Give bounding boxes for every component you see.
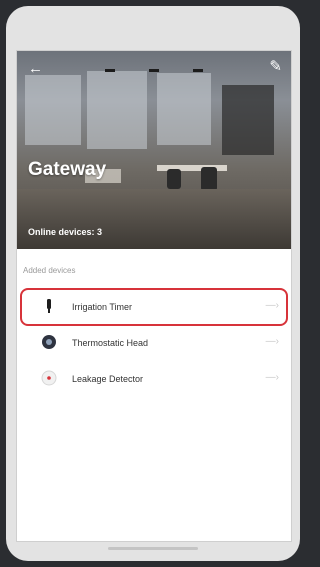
back-arrow-icon[interactable]: ← (28, 61, 43, 76)
home-indicator (108, 547, 198, 550)
section-title: Added devices (23, 266, 76, 275)
highlight-box (20, 288, 288, 326)
thermostatic-head-icon (42, 335, 56, 349)
device-label: Thermostatic Head (72, 338, 149, 348)
device-row-thermostatic-head[interactable]: Thermostatic Head —› (17, 325, 291, 361)
device-label: Leakage Detector (72, 374, 144, 384)
chevron-right-icon: —› (265, 372, 279, 383)
edit-pencil-icon[interactable]: ✎ (269, 59, 282, 74)
device-row-leakage-detector[interactable]: Leakage Detector —› (17, 361, 291, 397)
app-screen: ← ✎ Gateway Online devices: 3 Added devi… (16, 50, 292, 542)
leakage-detector-icon (41, 370, 57, 386)
chevron-right-icon: —› (265, 336, 279, 347)
gateway-hero-image: ← ✎ Gateway Online devices: 3 (17, 51, 291, 249)
page-title: Gateway (28, 159, 107, 180)
online-devices-count: Online devices: 3 (28, 227, 103, 237)
